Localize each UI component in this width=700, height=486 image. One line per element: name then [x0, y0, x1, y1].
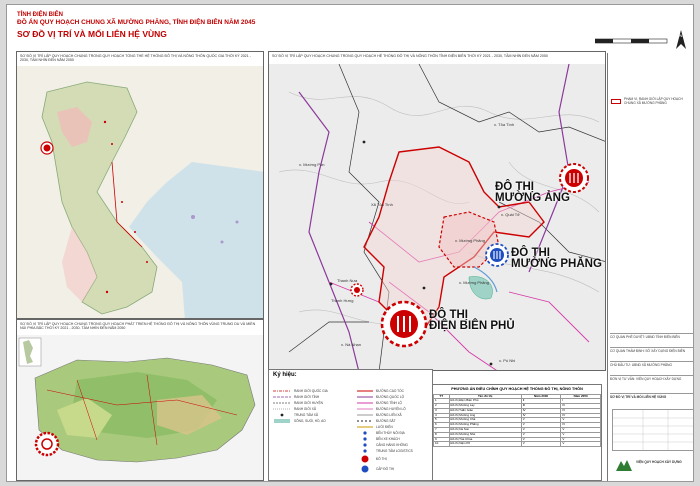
legend-label: ĐÔ THỊ [376, 457, 387, 461]
national-map-graphic [17, 66, 263, 318]
regional-map-graphic [17, 335, 263, 480]
legend-label: ĐƯỜNG HUYỆN LỘ [376, 407, 406, 411]
place-label: Xã Tỏa Tình [371, 202, 393, 207]
national-map-panel: SƠ ĐỒ VỊ TRÍ LẬP QUY HOẠCH CHUNG TRONG Q… [16, 51, 264, 319]
legend-symbols [273, 390, 373, 473]
appraisal-agency: CƠ QUAN THẨM ĐỊNH: SỞ XÂY DỰNG ĐIỆN BIÊN [610, 347, 693, 354]
label-muong-phang: ĐÔ THỊ MƯỜNG PHĂNG [511, 247, 602, 270]
table-cell: Đô thị Nậm Pồ [448, 441, 522, 448]
legend-label: ĐƯỜNG TỈNH LỘ [376, 401, 402, 405]
investor: CHỦ ĐẦU TƯ: UBND XÃ MƯỜNG PHĂNG [610, 361, 693, 368]
place-label: x. Mường Pồn [299, 162, 325, 167]
label-dien-bien-phu: ĐÔ THỊ ĐIỆN BIÊN PHỦ [429, 309, 515, 332]
urban-plan-table: PHƯƠNG ÁN ĐIỀU CHỈNH QUY HOẠCH HỆ THỐNG … [432, 384, 602, 481]
svg-text:N: N [680, 33, 683, 38]
legend-label: ĐƯỜNG CAO TỐC [376, 389, 404, 393]
label-muong-ang: ĐÔ THỊ MƯỜNG ẢNG [495, 181, 570, 204]
place-label: x. Nà Nhạn [341, 342, 362, 347]
legend-label: ĐƯỜNG QUỐC LỘ [376, 395, 405, 399]
urban-table: TT Tên đô thị Năm 2030 Năm 2050 1 Đô thị … [433, 393, 601, 448]
legend-label: SÔNG, SUỐI, HỒ, AO [294, 419, 326, 423]
place-label: x. Tỏa Tình [494, 122, 515, 127]
table-caption: PHƯƠNG ÁN ĐIỀU CHỈNH QUY HOẠCH HỆ THỐNG … [451, 387, 583, 391]
legend-label: CẤP ĐÔ THỊ [376, 467, 395, 471]
sheet-header: TỈNH ĐIỆN BIÊN ĐỒ ÁN QUY HOẠCH CHUNG XÃ … [17, 11, 467, 40]
place-label: x. Mường Phăng [459, 280, 489, 285]
legend-label: CẢNG HÀNG KHÔNG [376, 443, 408, 447]
legend-label: LƯỚI ĐIỆN [376, 425, 393, 429]
map-sheet: TỈNH ĐIỆN BIÊN ĐỒ ÁN QUY HOẠCH CHUNG XÃ … [6, 4, 694, 482]
legend-label: TRUNG TÂM LOGISTICS [376, 449, 413, 453]
legend-label: RANH GIỚI HUYỆN [294, 401, 323, 405]
table-row: 10 Đô thị Nậm Pồ V V [433, 441, 601, 448]
legend-label: ĐƯỜNG LIÊN XÃ [376, 413, 402, 417]
project-title: ĐỒ ÁN QUY HOẠCH CHUNG XÃ MƯỜNG PHĂNG, TỈ… [17, 19, 256, 26]
north-arrow-icon: N [676, 30, 686, 49]
table-body: 1 Đô thị Điện Biên Phủ II I 2 Đô thị Mường La… [433, 398, 601, 448]
drawing-title: SƠ ĐỒ VỊ TRÍ VÀ MỐI LIÊN HỆ VÙNG [17, 29, 167, 39]
scale-bar [595, 38, 668, 44]
province-name: TỈNH ĐIỆN BIÊN [17, 12, 64, 18]
place-label: x. Quài Tở [501, 212, 520, 217]
drawing-name: SƠ ĐỒ VỊ TRÍ VÀ MỐI LIÊN HỆ VÙNG [610, 393, 693, 400]
consultant-logo-text: VIỆN QUY HOẠCH XÂY DỰNG [636, 460, 682, 464]
legend-label: RANH GIỚI XÃ [294, 407, 317, 411]
legend-label: RANH GIỚI QUỐC GIA [294, 389, 328, 393]
legend-label: TRUNG TÂM XÃ [294, 413, 319, 417]
title-block: PHẠM VI, RANH GIỚI LẬP QUY HOẠCH CHUNG X… [607, 53, 693, 481]
place-label: Thanh Nưa [337, 278, 358, 283]
boundary-legend-swatch [611, 99, 621, 104]
legend-label: BẾN THỦY NỘI ĐỊA [376, 431, 405, 435]
legend-label: RANH GIỚI TỈNH [294, 395, 320, 399]
table-cell: V [560, 441, 601, 448]
consultant-logo-icon [616, 460, 632, 471]
place-label: x. Mường Phăng [455, 238, 485, 243]
table-cell: 10 [433, 441, 450, 448]
place-label: x. Pú Nhi [499, 358, 516, 363]
approval-agency: CƠ QUAN PHÊ DUYỆT: UBND TỈNH ĐIỆN BIÊN [610, 333, 693, 340]
legend-label: BẾN XE KHÁCH [376, 437, 400, 441]
regional-map-panel: SƠ ĐỒ VỊ TRÍ LẬP QUY HOẠCH CHUNG TRONG Q… [16, 319, 264, 481]
main-map-panel: SƠ ĐỒ VỊ TRÍ LẬP QUY HOẠCH CHUNG TRONG Q… [268, 51, 606, 371]
map-legend: Ký hiệu: RANH GIỚI QUỐC GIA RANH GIỚI TỈ… [268, 369, 433, 481]
consultant: ĐƠN VỊ TƯ VẤN: VIỆN QUY HOẠCH XÂY DỰNG [610, 375, 693, 382]
signature-table [612, 409, 693, 451]
signature-grid [613, 410, 693, 450]
boundary-legend-label: PHẠM VI, RANH GIỚI LẬP QUY HOẠCH CHUNG X… [624, 97, 683, 105]
place-label: Thanh Hưng [331, 298, 354, 303]
table-cell: V [520, 441, 562, 448]
legend-label: ĐƯỜNG SẮT [376, 419, 396, 423]
